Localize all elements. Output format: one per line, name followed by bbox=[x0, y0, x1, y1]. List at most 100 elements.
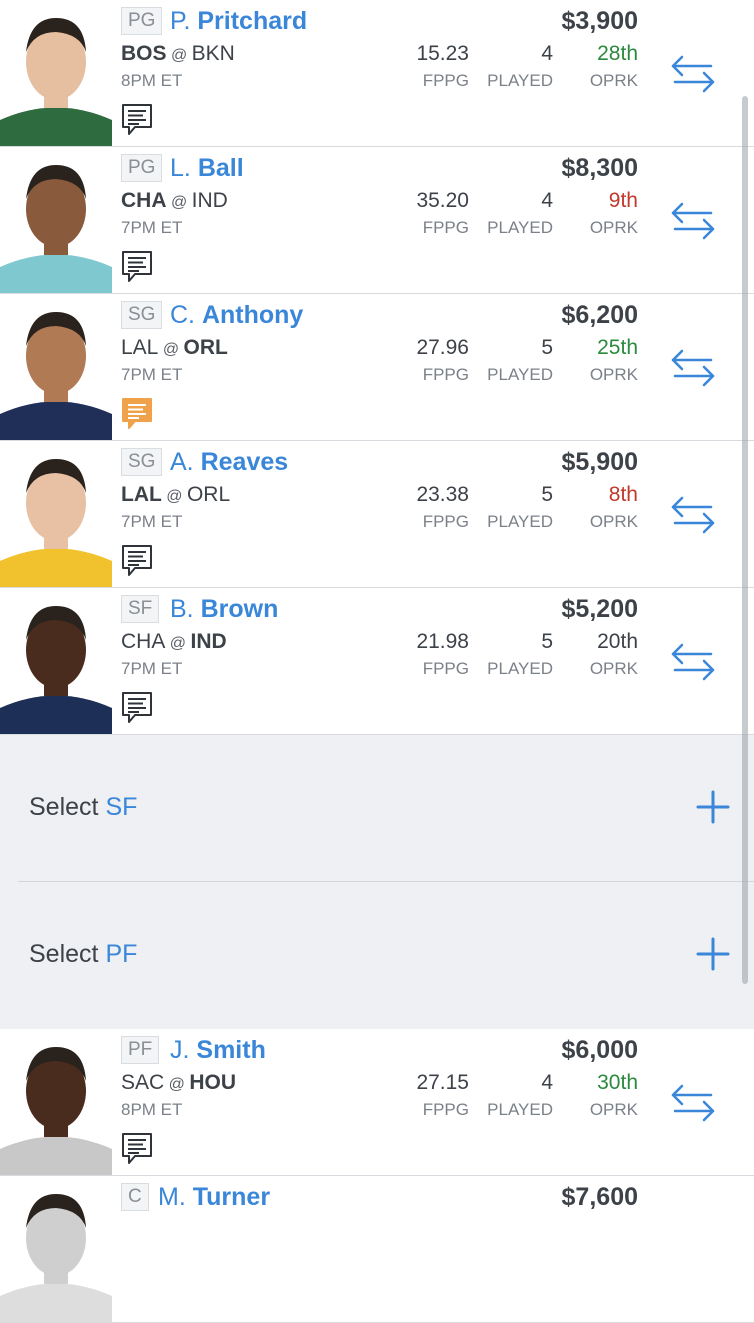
swap-arrows-icon[interactable] bbox=[669, 54, 717, 94]
notes-icon[interactable] bbox=[121, 691, 153, 724]
player-last-name: Pritchard bbox=[197, 7, 308, 35]
notes-icon[interactable] bbox=[121, 544, 153, 577]
player-initial: P. bbox=[170, 7, 191, 35]
oprk-value: 20th bbox=[597, 630, 638, 653]
player-initial: A. bbox=[170, 448, 194, 476]
opponent-abbr: HOU bbox=[189, 1071, 236, 1094]
notes-icon[interactable] bbox=[121, 1132, 153, 1165]
player-row[interactable]: SF B. Brown $5,200 CHA @ IND 7PM ET 21.98 FPPG… bbox=[0, 588, 754, 735]
scrollbar[interactable] bbox=[742, 96, 748, 984]
plus-icon[interactable] bbox=[696, 790, 730, 824]
played-value: 4 bbox=[541, 189, 553, 212]
salary: $7,600 bbox=[561, 1183, 638, 1211]
player-name[interactable]: A. Reaves bbox=[170, 447, 288, 477]
fppg-value: 21.98 bbox=[416, 630, 469, 653]
game-time: 8PM ET bbox=[121, 1100, 183, 1119]
oprk-value: 8th bbox=[608, 483, 638, 506]
player-row[interactable]: SG A. Reaves $5,900 LAL @ ORL 7PM ET 23.38 FPP… bbox=[0, 441, 754, 588]
team-abbr: SAC bbox=[121, 1071, 165, 1094]
player-photo bbox=[0, 147, 112, 293]
played-value: 5 bbox=[541, 630, 553, 653]
player-photo bbox=[0, 441, 112, 587]
position-badge: C bbox=[121, 1183, 149, 1211]
select-slot-label[interactable]: Select PF bbox=[29, 939, 137, 969]
player-row[interactable]: PF J. Smith $6,000 SAC @ HOU 8PM ET 27.15 FPPG… bbox=[0, 1029, 754, 1176]
opponent-abbr: ORL bbox=[183, 336, 228, 359]
player-initial: L. bbox=[170, 154, 191, 182]
fppg-label: FPPG bbox=[422, 1100, 469, 1119]
fppg-value: 27.15 bbox=[416, 1071, 469, 1094]
fppg-label: FPPG bbox=[422, 71, 469, 90]
position-badge: SG bbox=[121, 301, 163, 329]
player-row[interactable]: PG L. Ball $8,300 CHA @ IND 7PM ET 35.20 FPPG 4… bbox=[0, 147, 754, 294]
player-photo bbox=[0, 1029, 112, 1175]
empty-slot-row[interactable]: Select SF bbox=[0, 735, 754, 882]
player-photo bbox=[0, 588, 112, 734]
empty-slot-row[interactable]: Select PF bbox=[0, 882, 754, 1029]
salary: $5,900 bbox=[561, 448, 638, 476]
game-time: 7PM ET bbox=[121, 659, 183, 678]
oprk-label: OPRK bbox=[589, 1100, 638, 1119]
player-initial: C. bbox=[170, 301, 195, 329]
player-last-name: Brown bbox=[200, 595, 279, 623]
plus-icon[interactable] bbox=[696, 937, 730, 971]
swap-arrows-icon[interactable] bbox=[669, 642, 717, 682]
select-prefix: Select bbox=[29, 793, 99, 821]
matchup: CHA @ IND bbox=[121, 629, 227, 657]
player-name[interactable]: J. Smith bbox=[170, 1035, 266, 1065]
position-badge: PG bbox=[121, 154, 163, 182]
notes-icon[interactable] bbox=[121, 250, 153, 283]
player-row[interactable]: PG P. Pritchard $3,900 BOS @ BKN 8PM ET 15.23… bbox=[0, 0, 754, 147]
fppg-value: 35.20 bbox=[416, 189, 469, 212]
matchup: LAL @ ORL bbox=[121, 335, 228, 363]
notes-icon[interactable] bbox=[121, 397, 153, 430]
swap-arrows-icon[interactable] bbox=[669, 201, 717, 241]
played-value: 5 bbox=[541, 336, 553, 359]
slot-position: PF bbox=[105, 940, 138, 968]
oprk-value: 28th bbox=[597, 42, 638, 65]
swap-arrows-icon[interactable] bbox=[669, 495, 717, 535]
player-photo bbox=[0, 1176, 112, 1322]
at-sign: @ bbox=[165, 635, 191, 652]
select-slot-label[interactable]: Select SF bbox=[29, 792, 137, 822]
position-badge: SG bbox=[121, 448, 163, 476]
played-value: 4 bbox=[541, 1071, 553, 1094]
player-last-name: Anthony bbox=[201, 301, 304, 329]
swap-arrows-icon[interactable] bbox=[669, 1083, 717, 1123]
player-name[interactable]: L. Ball bbox=[170, 153, 244, 183]
player-last-name: Ball bbox=[197, 154, 244, 182]
salary: $5,200 bbox=[561, 595, 638, 623]
played-label: PLAYED bbox=[487, 365, 553, 384]
opponent-abbr: ORL bbox=[186, 483, 231, 506]
oprk-label: OPRK bbox=[589, 512, 638, 531]
opponent-abbr: IND bbox=[190, 630, 227, 653]
slot-position: SF bbox=[105, 793, 138, 821]
fppg-label: FPPG bbox=[422, 512, 469, 531]
oprk-label: OPRK bbox=[589, 71, 638, 90]
player-row[interactable]: C M. Turner $7,600 bbox=[0, 1176, 754, 1323]
game-time: 7PM ET bbox=[121, 365, 183, 384]
player-photo bbox=[0, 294, 112, 440]
position-badge: PG bbox=[121, 7, 163, 35]
swap-arrows-icon[interactable] bbox=[669, 348, 717, 388]
player-initial: M. bbox=[158, 1183, 186, 1211]
team-abbr: CHA bbox=[121, 189, 167, 212]
player-row[interactable]: SG C. Anthony $6,200 LAL @ ORL 7PM ET 27.96 FP… bbox=[0, 294, 754, 441]
player-last-name: Smith bbox=[196, 1036, 266, 1064]
game-time: 8PM ET bbox=[121, 71, 183, 90]
player-name[interactable]: C. Anthony bbox=[170, 300, 303, 330]
notes-icon[interactable] bbox=[121, 103, 153, 136]
player-last-name: Turner bbox=[192, 1183, 271, 1211]
player-name[interactable]: P. Pritchard bbox=[170, 6, 307, 36]
player-initial: J. bbox=[170, 1036, 190, 1064]
played-label: PLAYED bbox=[487, 659, 553, 678]
game-time: 7PM ET bbox=[121, 512, 183, 531]
player-name[interactable]: M. Turner bbox=[158, 1182, 270, 1212]
matchup: CHA @ IND bbox=[121, 188, 228, 216]
played-value: 4 bbox=[541, 42, 553, 65]
fppg-value: 27.96 bbox=[416, 336, 469, 359]
salary: $6,200 bbox=[561, 301, 638, 329]
opponent-abbr: BKN bbox=[191, 42, 235, 65]
player-name[interactable]: B. Brown bbox=[170, 594, 278, 624]
fppg-label: FPPG bbox=[422, 218, 469, 237]
